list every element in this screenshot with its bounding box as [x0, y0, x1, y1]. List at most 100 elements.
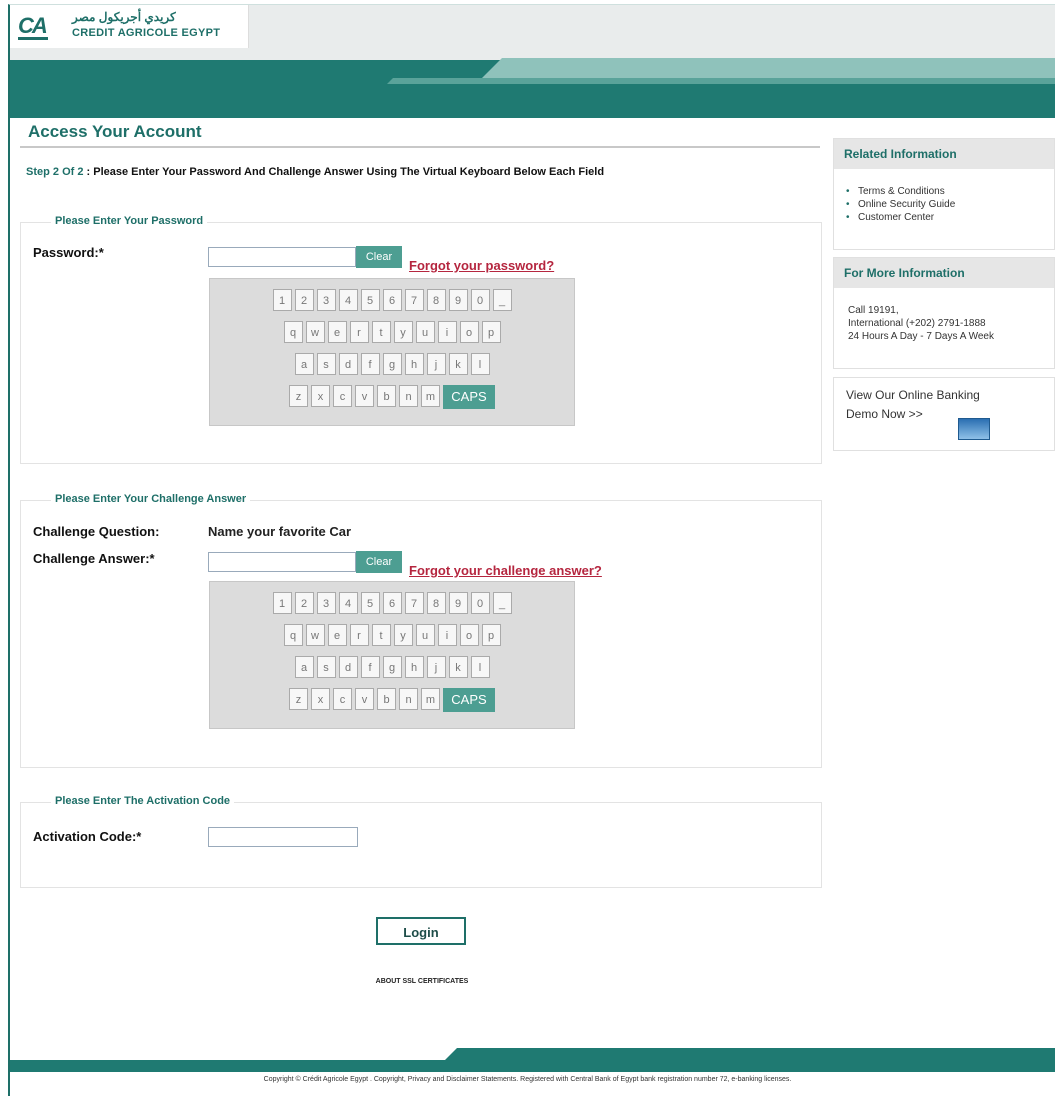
key[interactable]: g [382, 353, 402, 375]
caps-key[interactable]: CAPS [443, 688, 495, 712]
challenge-section: Please Enter Your Challenge Answer Chall… [20, 493, 822, 768]
terms-conditions-link[interactable]: Terms & Conditions [844, 185, 955, 198]
key[interactable]: w [305, 321, 325, 343]
demo-monitor-icon[interactable] [958, 418, 990, 440]
key[interactable]: 3 [316, 592, 336, 614]
key[interactable]: 5 [360, 592, 380, 614]
key[interactable]: x [311, 688, 330, 710]
key[interactable]: c [333, 688, 352, 710]
key[interactable]: t [371, 321, 391, 343]
key[interactable]: r [349, 321, 369, 343]
key[interactable]: j [426, 656, 446, 678]
login-button[interactable]: Login [376, 917, 466, 945]
key[interactable]: l [470, 656, 490, 678]
key[interactable]: l [470, 353, 490, 375]
key[interactable]: p [481, 321, 501, 343]
demo-line-2[interactable]: Demo Now >> [846, 405, 1016, 424]
key[interactable]: i [437, 321, 457, 343]
key[interactable]: o [459, 321, 479, 343]
key[interactable]: g [382, 656, 402, 678]
security-guide-link[interactable]: Online Security Guide [844, 198, 955, 211]
key[interactable]: 8 [426, 592, 446, 614]
key[interactable]: 9 [448, 289, 468, 311]
key[interactable]: _ [492, 289, 512, 311]
caps-key[interactable]: CAPS [443, 385, 495, 409]
key[interactable]: a [294, 353, 314, 375]
key[interactable]: r [349, 624, 369, 646]
key[interactable]: q [283, 624, 303, 646]
key[interactable]: t [371, 624, 391, 646]
key[interactable]: 7 [404, 592, 424, 614]
key[interactable]: u [415, 321, 435, 343]
key[interactable]: 6 [382, 592, 402, 614]
key[interactable]: 2 [294, 592, 314, 614]
key[interactable]: o [459, 624, 479, 646]
key[interactable]: n [399, 688, 418, 710]
key[interactable]: f [360, 656, 380, 678]
key[interactable]: 1 [272, 592, 292, 614]
key[interactable]: y [393, 624, 413, 646]
key[interactable]: q [283, 321, 303, 343]
key[interactable]: a [294, 656, 314, 678]
key[interactable]: p [481, 624, 501, 646]
key[interactable]: x [311, 385, 330, 407]
challenge-answer-input[interactable] [208, 552, 356, 572]
key[interactable]: 6 [382, 289, 402, 311]
key[interactable]: _ [492, 592, 512, 614]
key[interactable]: i [437, 624, 457, 646]
key[interactable]: c [333, 385, 352, 407]
password-virtual-keyboard: 1 2 3 4 5 6 7 8 9 0 _ q w e r t y u i o … [209, 278, 575, 426]
key[interactable]: z [289, 385, 308, 407]
forgot-password-link[interactable]: Forgot your password? [409, 258, 554, 273]
logo-arabic-text: كريدي أجريكول مصر [72, 10, 176, 24]
key[interactable]: k [448, 353, 468, 375]
ssl-certificates-link[interactable]: ABOUT SSL CERTIFICATES [0, 978, 844, 985]
key[interactable]: u [415, 624, 435, 646]
key[interactable]: 4 [338, 592, 358, 614]
key[interactable]: 7 [404, 289, 424, 311]
key[interactable]: 8 [426, 289, 446, 311]
key[interactable]: 4 [338, 289, 358, 311]
key[interactable]: 1 [272, 289, 292, 311]
key[interactable]: v [355, 385, 374, 407]
key[interactable]: 5 [360, 289, 380, 311]
key[interactable]: b [377, 385, 396, 407]
keyboard-row-qwerty: q w e r t y u i o p [210, 624, 574, 646]
key[interactable]: 0 [470, 289, 490, 311]
key[interactable]: z [289, 688, 308, 710]
key[interactable]: m [421, 385, 440, 407]
key[interactable]: d [338, 353, 358, 375]
key[interactable]: 0 [470, 592, 490, 614]
key[interactable]: e [327, 624, 347, 646]
key[interactable]: s [316, 656, 336, 678]
related-links-list: Terms & Conditions Online Security Guide… [844, 185, 955, 224]
key[interactable]: w [305, 624, 325, 646]
key[interactable]: j [426, 353, 446, 375]
key[interactable]: n [399, 385, 418, 407]
customer-center-link[interactable]: Customer Center [844, 211, 955, 224]
footer-band [10, 1048, 1055, 1072]
key[interactable]: s [316, 353, 336, 375]
key[interactable]: b [377, 688, 396, 710]
forgot-challenge-link[interactable]: Forgot your challenge answer? [409, 563, 602, 578]
password-input[interactable] [208, 247, 356, 267]
key[interactable]: 2 [294, 289, 314, 311]
key[interactable]: f [360, 353, 380, 375]
key[interactable]: h [404, 656, 424, 678]
key[interactable]: v [355, 688, 374, 710]
activation-code-input[interactable] [208, 827, 358, 847]
call-number: Call 19191, [848, 305, 899, 316]
key[interactable]: d [338, 656, 358, 678]
demo-panel[interactable]: View Our Online Banking Demo Now >> [833, 377, 1055, 451]
key[interactable]: k [448, 656, 468, 678]
key[interactable]: e [327, 321, 347, 343]
key[interactable]: 3 [316, 289, 336, 311]
step-counter: Step 2 Of 2 [26, 166, 84, 178]
key[interactable]: h [404, 353, 424, 375]
key[interactable]: y [393, 321, 413, 343]
challenge-clear-button[interactable]: Clear [356, 551, 402, 573]
bank-logo[interactable]: CA كريدي أجريكول مصر CREDIT AGRICOLE EGY… [10, 5, 249, 48]
key[interactable]: 9 [448, 592, 468, 614]
key[interactable]: m [421, 688, 440, 710]
password-clear-button[interactable]: Clear [356, 246, 402, 268]
